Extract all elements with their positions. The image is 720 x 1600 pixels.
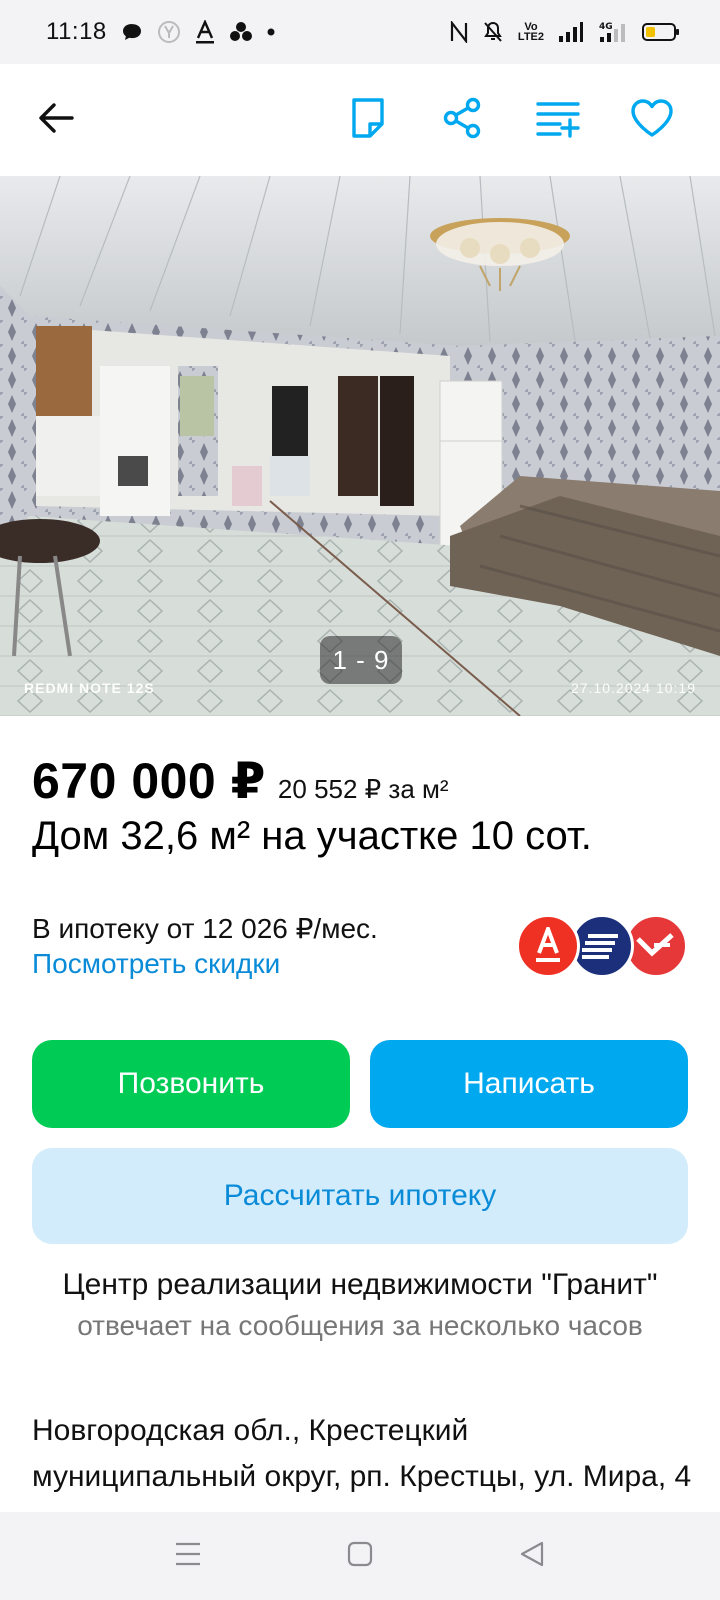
listing-title: Дом 32,6 м² на участке 10 сот.	[32, 814, 592, 858]
share-button[interactable]	[434, 92, 490, 148]
bank-logos[interactable]	[516, 914, 688, 978]
price: 670 000 ₽	[32, 753, 266, 809]
more-dot-icon	[267, 28, 275, 36]
back-button[interactable]	[28, 92, 84, 148]
note-icon	[350, 97, 386, 144]
clover-icon	[229, 21, 253, 43]
signal-4g-icon: 4G	[598, 20, 628, 44]
mortgage-text: В ипотеку от 12 026 ₽/мес.	[32, 913, 378, 944]
photo-watermark-device: REDMI NOTE 12S	[24, 680, 155, 696]
heart-icon	[630, 98, 674, 143]
menu-icon	[174, 1541, 202, 1572]
discounts-link[interactable]: Посмотреть скидки	[32, 948, 280, 980]
price-row: 670 000 ₽ 20 552 ₽ за м²	[32, 752, 449, 810]
nfc-icon	[450, 21, 468, 43]
nav-menu-button[interactable]	[166, 1534, 210, 1578]
signal-icon	[558, 21, 584, 43]
arrow-left-icon	[38, 102, 74, 139]
svg-text:4G: 4G	[599, 22, 613, 32]
note-button[interactable]	[340, 92, 396, 148]
volte-icon: Vo LTE2	[517, 21, 544, 43]
favorite-button[interactable]	[624, 92, 680, 148]
call-button[interactable]: Позвонить	[32, 1040, 350, 1128]
seller-name[interactable]: Центр реализации недвижимости "Гранит"	[0, 1268, 720, 1302]
photo-watermark-datetime: 27.10.2024 10:19	[571, 680, 696, 696]
listing-address: Новгородская обл., Крестецкий муниципаль…	[32, 1414, 692, 1493]
clock: 11:18	[46, 18, 107, 45]
chat-bubble-icon	[121, 22, 143, 42]
price-per-m2: 20 552 ₽ за м²	[277, 774, 449, 804]
listing-photo	[0, 176, 720, 716]
app-bar	[0, 64, 720, 176]
system-nav-bar	[0, 1512, 720, 1600]
photo-gallery[interactable]: 1 - 9 REDMI NOTE 12S 27.10.2024 10:19	[0, 176, 720, 716]
status-bar: 11:18 Vo LTE2 4G	[0, 0, 720, 64]
home-square-icon	[347, 1541, 373, 1572]
nav-back-button[interactable]	[510, 1534, 554, 1578]
calculate-mortgage-button[interactable]: Рассчитать ипотеку	[32, 1148, 688, 1244]
mute-bell-icon	[482, 21, 504, 43]
share-icon	[442, 97, 482, 144]
back-triangle-icon	[519, 1540, 545, 1573]
compare-button[interactable]	[530, 92, 586, 148]
alfa-bank-logo	[516, 914, 580, 978]
battery-icon	[642, 22, 680, 42]
write-button[interactable]: Написать	[370, 1040, 688, 1128]
nav-home-button[interactable]	[338, 1534, 382, 1578]
yandex-icon	[157, 20, 181, 44]
font-a-icon	[195, 20, 215, 44]
seller-reply-time: отвечает на сообщения за несколько часов	[77, 1310, 643, 1341]
compare-list-icon	[536, 98, 580, 143]
photo-counter: 1 - 9	[320, 636, 402, 684]
